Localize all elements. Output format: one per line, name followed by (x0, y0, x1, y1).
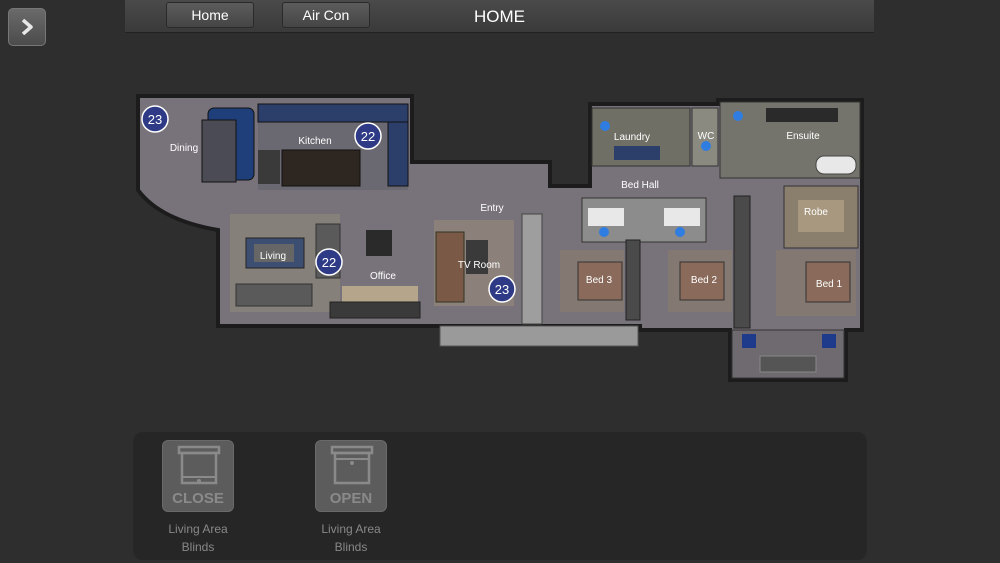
svg-text:23: 23 (148, 112, 162, 127)
room-label-kitchen: Kitchen (298, 136, 331, 147)
temp-badge-dining[interactable]: 23 (141, 105, 169, 133)
room-label-robe: Robe (804, 207, 828, 218)
top-bar: Home Air Con HOME (125, 0, 874, 33)
room-label-office: Office (370, 271, 396, 282)
light-indicator[interactable] (599, 227, 609, 237)
room-label-entry: Entry (480, 203, 503, 214)
room-label-bed-hall: Bed Hall (621, 180, 659, 191)
floor-plan: Dining Kitchen Laundry WC Ensuite Bed Ha… (136, 94, 864, 382)
blind-icon (177, 445, 221, 485)
room-label-bed1: Bed 1 (816, 279, 843, 290)
blinds-panel: CLOSE Living Area Blinds OPEN Living Are… (133, 432, 867, 560)
light-indicator[interactable] (675, 227, 685, 237)
menu-toggle-button[interactable] (8, 8, 46, 46)
light-indicator[interactable] (701, 141, 711, 151)
temp-badge-tv-room[interactable]: 23 (488, 275, 516, 303)
close-caption: CLOSE (172, 490, 224, 507)
open-blinds-button[interactable]: OPEN (315, 440, 387, 512)
temp-badge-living[interactable]: 22 (315, 248, 343, 276)
page-title: HOME (474, 7, 525, 26)
balcony (439, 325, 639, 347)
room-label-living: Living (260, 251, 286, 262)
temp-badge-kitchen[interactable]: 22 (354, 122, 382, 150)
room-label-bed2: Bed 2 (691, 275, 718, 286)
light-indicator[interactable] (733, 111, 743, 121)
room-label-ensuite: Ensuite (786, 131, 820, 142)
light-indicator[interactable] (600, 121, 610, 131)
close-blinds-button[interactable]: CLOSE (162, 440, 234, 512)
chevron-right-icon (21, 19, 33, 35)
svg-text:22: 22 (322, 255, 336, 270)
svg-text:22: 22 (361, 129, 375, 144)
close-blinds-label: Living Area Blinds (168, 522, 228, 554)
svg-text:23: 23 (495, 282, 509, 297)
open-blinds-label: Living Area Blinds (321, 522, 381, 554)
room-label-tv-room: TV Room (458, 260, 500, 271)
room-label-bed3: Bed 3 (586, 275, 613, 286)
room-label-wc: WC (698, 131, 715, 142)
room-label-dining: Dining (170, 143, 198, 154)
room-label-laundry: Laundry (614, 132, 650, 143)
blind-icon (330, 445, 374, 485)
open-caption: OPEN (329, 490, 373, 507)
